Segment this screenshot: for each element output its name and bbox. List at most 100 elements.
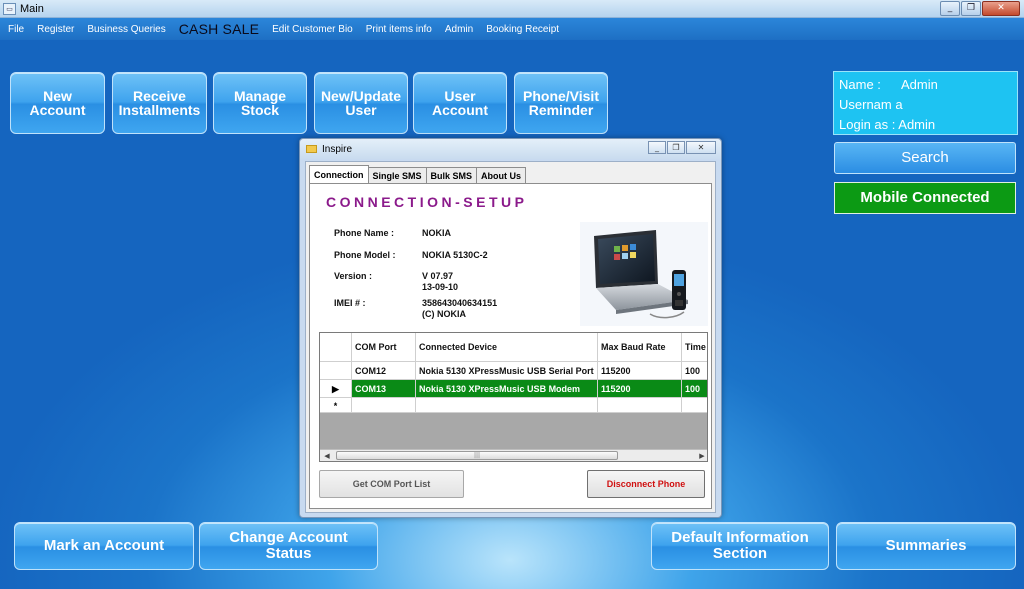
default-information-section-button[interactable]: Default Information Section (651, 522, 829, 570)
cell-empty (682, 398, 707, 413)
button-label: Section (712, 545, 768, 562)
tile-label: Installments (118, 102, 201, 118)
phone-model-label: Phone Model : (334, 250, 396, 260)
button-label: Status (265, 545, 312, 562)
dialog-tabs: Connection Single SMS Bulk SMS About Us (309, 165, 527, 184)
name-label: Name : (839, 77, 881, 92)
dialog-minimize-button[interactable]: _ (648, 141, 666, 154)
summaries-button[interactable]: Summaries (836, 522, 1016, 570)
cell-com-port: COM12 (352, 362, 416, 380)
header-time-out[interactable]: Time Out (682, 333, 707, 362)
menu-business-queries[interactable]: Business Queries (87, 24, 165, 35)
scroll-thumb[interactable]: ||| (336, 451, 618, 460)
tab-connection[interactable]: Connection (309, 165, 369, 184)
phone-model-value: NOKIA 5130C-2 (422, 250, 488, 260)
search-button[interactable]: Search (834, 142, 1016, 174)
user-account-button[interactable]: User Account (413, 72, 507, 134)
scroll-right-icon[interactable]: ▶ (695, 450, 707, 462)
version-number: V 07.97 (422, 271, 454, 281)
grid-header-row: COM Port Connected Device Max Baud Rate … (320, 333, 707, 362)
laptop-phone-icon (594, 230, 688, 319)
cell-empty (598, 398, 682, 413)
imei-label: IMEI # : (334, 298, 366, 308)
tile-label: Stock (240, 102, 280, 118)
disconnect-phone-button[interactable]: Disconnect Phone (587, 470, 705, 498)
menu-admin[interactable]: Admin (445, 24, 473, 35)
folder-icon (306, 145, 317, 153)
dialog-close-button[interactable]: ✕ (686, 141, 716, 154)
info-login-row: Login as : Admin (839, 115, 1012, 135)
phone-visit-reminder-button[interactable]: Phone/Visit Reminder (514, 72, 608, 134)
dialog-restore-button[interactable]: ❐ (667, 141, 685, 154)
title-bar: ▭ Main _ ❐ ✕ (0, 0, 1024, 18)
tab-about-us[interactable]: About Us (476, 167, 527, 184)
cell-com-port: COM13 (352, 380, 416, 398)
row-pointer-icon: ▶ (320, 380, 352, 398)
tab-bulk-sms[interactable]: Bulk SMS (425, 167, 478, 184)
button-label: Change Account (229, 529, 348, 546)
cell-time-out: 100 (682, 380, 707, 398)
tile-label: Account (432, 102, 488, 118)
menu-file[interactable]: File (8, 24, 24, 35)
user-info-panel: Name : Admin Usernam a Login as : Admin (833, 71, 1018, 135)
table-row[interactable]: COM12 Nokia 5130 XPressMusic USB Serial … (320, 362, 707, 380)
tile-label: Reminder (528, 102, 594, 118)
table-row-selected[interactable]: ▶ COM13 Nokia 5130 XPressMusic USB Modem… (320, 380, 707, 398)
tab-single-sms[interactable]: Single SMS (367, 167, 427, 184)
name-value: Admin (901, 77, 938, 92)
inspire-dialog: Inspire _ ❐ ✕ Connection Single SMS Bulk… (299, 138, 722, 518)
dialog-title-bar: Inspire _ ❐ ✕ (300, 139, 721, 159)
table-new-row[interactable]: * (320, 398, 707, 413)
tile-label: New (43, 88, 72, 104)
grid-horizontal-scrollbar[interactable]: ◀ ||| ▶ (320, 449, 707, 462)
receive-installments-button[interactable]: Receive Installments (112, 72, 207, 134)
menu-register[interactable]: Register (37, 24, 74, 35)
login-value: Admin (898, 117, 936, 132)
mark-an-account-button[interactable]: Mark an Account (14, 522, 194, 570)
login-label: Login as : (839, 117, 896, 132)
username-label: Usernam a (839, 97, 903, 112)
tile-label: Phone/Visit (523, 88, 599, 104)
version-value: V 07.97 13-09-10 (422, 271, 458, 293)
dialog-title: Inspire (322, 143, 353, 155)
row-header (320, 362, 352, 380)
grid-corner (320, 333, 352, 362)
new-row-icon: * (320, 398, 352, 413)
connection-panel: CONNECTION-SETUP Phone Name : NOKIA Phon… (309, 183, 712, 509)
new-account-button[interactable]: New Account (10, 72, 105, 134)
menu-booking-receipt[interactable]: Booking Receipt (486, 24, 559, 35)
connection-setup-heading: CONNECTION-SETUP (326, 194, 528, 210)
com-port-grid: COM Port Connected Device Max Baud Rate … (319, 332, 708, 462)
tile-label: New/Update (320, 88, 402, 104)
dialog-controls: _ ❐ ✕ (648, 141, 716, 154)
menu-print-items-info[interactable]: Print items info (366, 24, 432, 35)
button-label: Summaries (885, 537, 967, 554)
restore-button[interactable]: ❐ (961, 1, 981, 16)
header-max-baud-rate[interactable]: Max Baud Rate (598, 333, 682, 362)
menu-cash-sale[interactable]: CASH SALE (179, 21, 259, 37)
change-account-status-button[interactable]: Change Account Status (199, 522, 378, 570)
header-connected-device[interactable]: Connected Device (416, 333, 598, 362)
phone-name-label: Phone Name : (334, 228, 395, 238)
info-name-row: Name : Admin (839, 75, 1012, 95)
new-update-user-button[interactable]: New/Update User (314, 72, 408, 134)
window-controls: _ ❐ ✕ (940, 1, 1020, 16)
imei-copyright: (C) NOKIA (422, 309, 466, 319)
get-com-port-list-button[interactable]: Get COM Port List (319, 470, 464, 498)
cell-connected-device: Nokia 5130 XPressMusic USB Serial Port (416, 362, 598, 380)
minimize-button[interactable]: _ (940, 1, 960, 16)
app-icon: ▭ (3, 2, 16, 15)
header-com-port[interactable]: COM Port (352, 333, 416, 362)
cell-time-out: 100 (682, 362, 707, 380)
phone-name-value: NOKIA (422, 228, 451, 238)
tile-label: Account (29, 102, 86, 118)
scroll-left-icon[interactable]: ◀ (320, 450, 334, 462)
dialog-body: Connection Single SMS Bulk SMS About Us … (305, 161, 716, 513)
cell-connected-device: Nokia 5130 XPressMusic USB Modem (416, 380, 598, 398)
manage-stock-button[interactable]: Manage Stock (213, 72, 307, 134)
menu-edit-customer-bio[interactable]: Edit Customer Bio (272, 24, 353, 35)
version-label: Version : (334, 271, 373, 281)
tile-label: Receive (133, 88, 186, 104)
close-button[interactable]: ✕ (982, 1, 1020, 16)
tile-label: User (345, 102, 377, 118)
